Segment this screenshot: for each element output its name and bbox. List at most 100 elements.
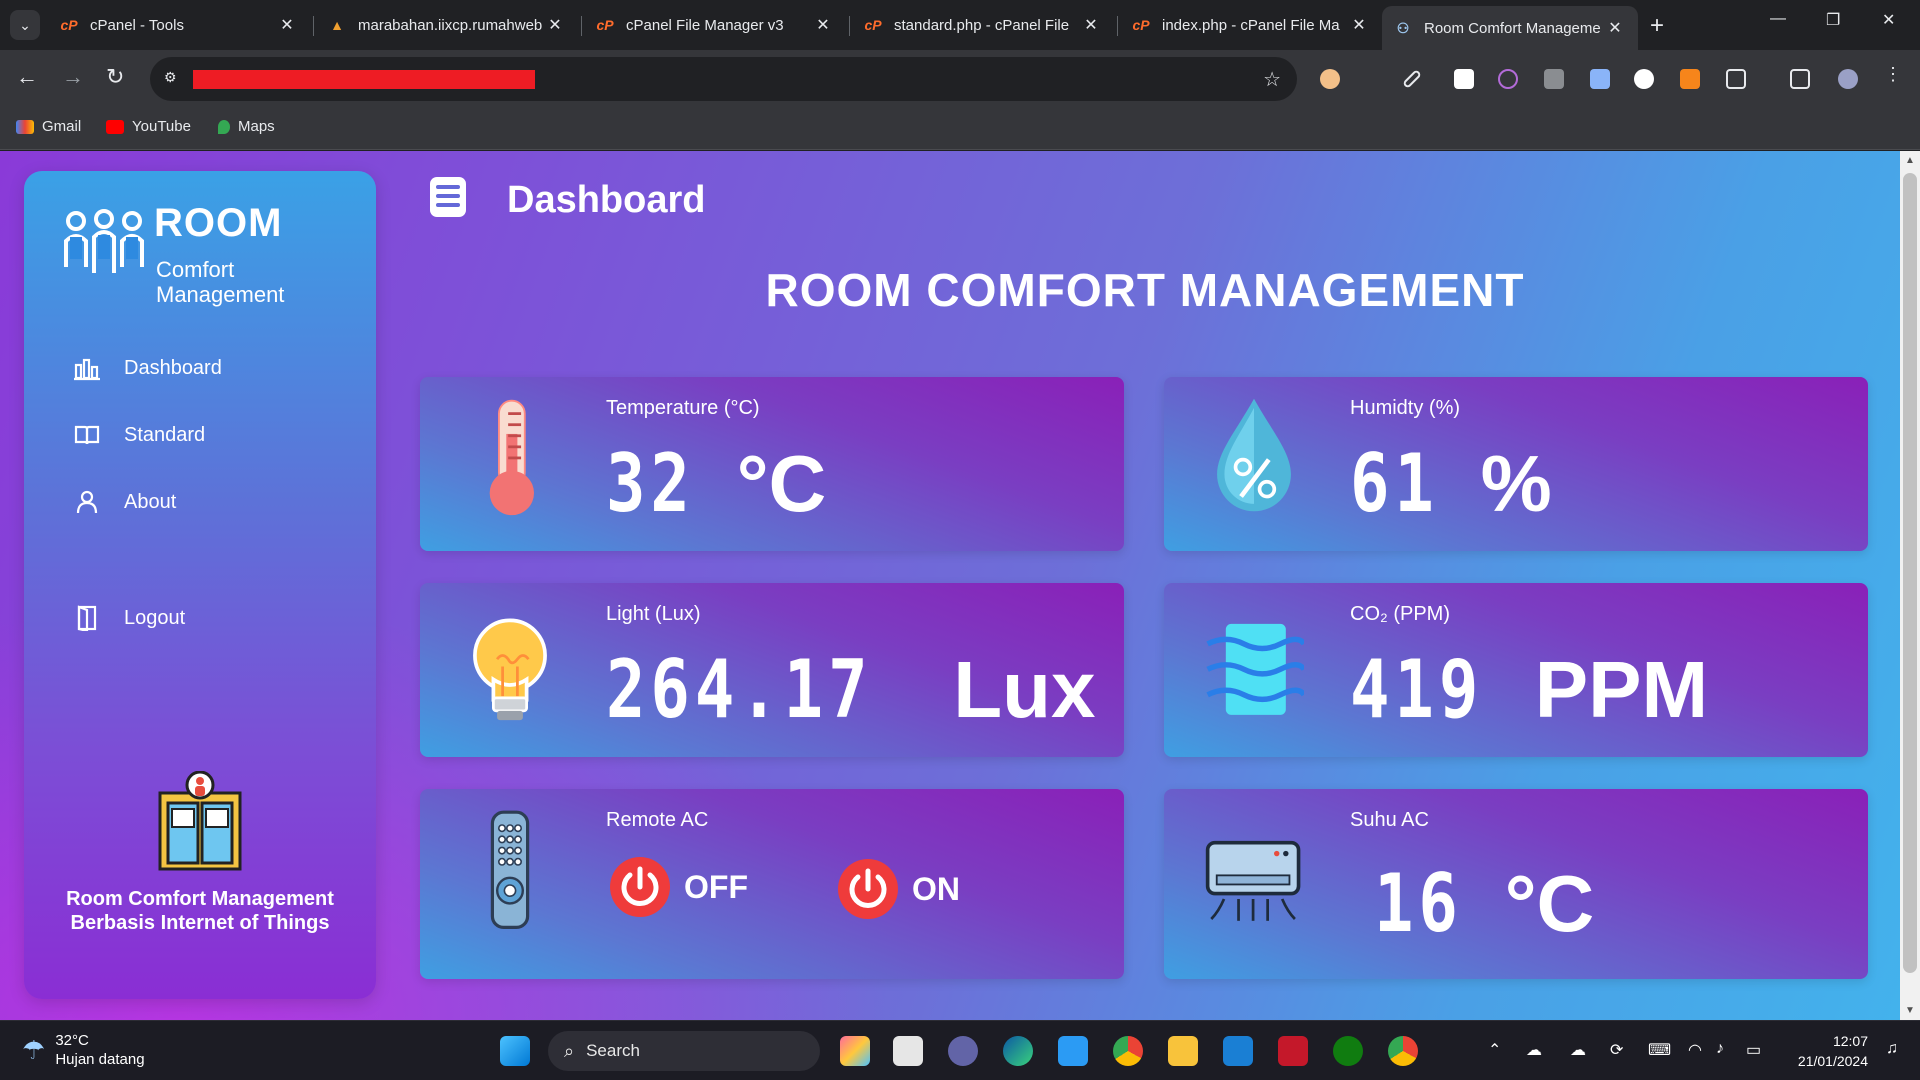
cpanel-icon: cP bbox=[1132, 17, 1150, 33]
copilot-icon[interactable] bbox=[840, 1036, 870, 1066]
air-conditioner-icon bbox=[1205, 840, 1301, 921]
vscode-icon[interactable] bbox=[1058, 1036, 1088, 1066]
scroll-up-icon[interactable]: ▲ bbox=[1905, 155, 1915, 166]
close-icon[interactable]: ✕ bbox=[276, 15, 298, 35]
edge-icon[interactable] bbox=[1003, 1036, 1033, 1066]
tab-file-manager[interactable]: cP cPanel File Manager v3 ✕ bbox=[584, 8, 846, 42]
ac-off-button[interactable]: OFF bbox=[610, 857, 748, 917]
bookmark-maps[interactable]: Maps bbox=[218, 118, 275, 135]
extension-docs-icon[interactable] bbox=[1590, 69, 1610, 89]
reload-icon[interactable]: ↻ bbox=[106, 64, 124, 90]
logo-subtitle: Comfort Management bbox=[156, 257, 285, 307]
extension-b-icon[interactable] bbox=[1454, 69, 1474, 89]
side-panel-icon[interactable] bbox=[1790, 69, 1810, 89]
close-icon[interactable]: ✕ bbox=[544, 15, 566, 35]
humidity-label: Humidty (%) bbox=[1350, 397, 1461, 419]
close-icon[interactable]: ✕ bbox=[1080, 15, 1102, 35]
sidebar-item-about[interactable]: About bbox=[74, 487, 176, 517]
tab-cpanel-tools[interactable]: cP cPanel - Tools ✕ bbox=[48, 8, 310, 42]
show-hidden-icons[interactable]: ⌃ bbox=[1488, 1040, 1501, 1060]
eyedropper-icon[interactable] bbox=[1402, 69, 1422, 89]
taskbar-search[interactable]: ⌕ Search bbox=[548, 1031, 820, 1071]
extension-check-icon[interactable] bbox=[1364, 69, 1384, 89]
light-label: Light (Lux) bbox=[606, 603, 701, 625]
chrome-profile-icon[interactable] bbox=[1388, 1036, 1418, 1066]
ac-temp-card: Suhu AC 16 °C bbox=[1164, 789, 1868, 979]
cpanel-icon: cP bbox=[596, 17, 614, 33]
extension-purple-icon[interactable] bbox=[1498, 69, 1518, 89]
light-bulb-icon bbox=[473, 618, 547, 721]
sidebar-item-standard[interactable]: Standard bbox=[74, 420, 205, 450]
task-view-icon[interactable] bbox=[893, 1036, 923, 1066]
tab-search-button[interactable]: ⌄ bbox=[10, 10, 40, 40]
onedrive-business-icon[interactable]: ☁ bbox=[1570, 1040, 1586, 1060]
bookmark-youtube[interactable]: YouTube bbox=[106, 118, 191, 135]
system-clock[interactable]: 12:07 21/01/2024 bbox=[1786, 1031, 1868, 1071]
bookmarks-bar: Gmail YouTube Maps bbox=[0, 108, 1920, 150]
window-close-icon[interactable]: ✕ bbox=[1882, 10, 1895, 30]
windows-taskbar: ☂ 32°C Hujan datang ⌕ Search ⌃ ☁ ☁ ⟳ ⌨ ◠… bbox=[0, 1020, 1920, 1080]
xbox-icon[interactable] bbox=[1333, 1036, 1363, 1066]
ac-on-button[interactable]: ON bbox=[838, 859, 960, 919]
teams-icon[interactable] bbox=[948, 1036, 978, 1066]
keyboard-icon[interactable]: ⌨ bbox=[1648, 1040, 1671, 1060]
site-info-icon[interactable]: ⚙ bbox=[164, 69, 186, 89]
bookmark-star-icon[interactable]: ☆ bbox=[1263, 67, 1281, 92]
water-drop-icon bbox=[1217, 398, 1291, 512]
page-scrollbar[interactable]: ▲ ▼ bbox=[1900, 151, 1920, 1020]
minimize-icon[interactable]: — bbox=[1770, 10, 1786, 28]
menu-kebab-icon[interactable]: ⋮ bbox=[1884, 64, 1902, 85]
weather-widget[interactable]: ☂ 32°C Hujan datang bbox=[22, 1031, 145, 1069]
gmail-icon bbox=[16, 119, 34, 134]
book-icon bbox=[74, 425, 100, 445]
tab-standard-php[interactable]: cP standard.php - cPanel File ✕ bbox=[852, 8, 1114, 42]
tab-index-php[interactable]: cP index.php - cPanel File Ma ✕ bbox=[1120, 8, 1382, 42]
rain-umbrella-icon: ☂ bbox=[22, 1034, 46, 1065]
chrome-icon[interactable] bbox=[1113, 1036, 1143, 1066]
battery-icon[interactable]: ▭ bbox=[1746, 1040, 1761, 1060]
restore-icon[interactable]: ❐ bbox=[1826, 10, 1840, 30]
profile-avatar[interactable] bbox=[1838, 69, 1858, 89]
scroll-thumb[interactable] bbox=[1903, 173, 1917, 973]
volume-icon[interactable]: ♪ bbox=[1716, 1040, 1724, 1058]
sidebar: ROOM Comfort Management Dashboard Standa… bbox=[24, 171, 376, 999]
onedrive-icon[interactable]: ☁ bbox=[1526, 1040, 1542, 1060]
cpanel-icon: cP bbox=[60, 17, 78, 33]
remote-ac-card: Remote AC OFF ON bbox=[420, 789, 1124, 979]
address-bar[interactable]: ⚙ ☆ bbox=[150, 57, 1297, 101]
elevator-icon bbox=[158, 771, 242, 871]
url-redacted bbox=[193, 70, 535, 89]
scroll-down-icon[interactable]: ▼ bbox=[1905, 1005, 1915, 1016]
youtube-icon bbox=[106, 119, 124, 134]
close-icon[interactable]: ✕ bbox=[1604, 18, 1626, 38]
forward-icon[interactable]: → bbox=[62, 64, 84, 90]
bar-chart-icon bbox=[74, 358, 100, 381]
bookmark-gmail[interactable]: Gmail bbox=[16, 118, 81, 135]
back-icon[interactable]: ← bbox=[16, 64, 38, 90]
sidebar-item-logout[interactable]: Logout bbox=[74, 603, 185, 633]
mail-icon[interactable] bbox=[1223, 1036, 1253, 1066]
metamask-icon[interactable] bbox=[1680, 69, 1700, 89]
wifi-icon[interactable]: ◠ bbox=[1688, 1040, 1702, 1060]
extension-icon[interactable] bbox=[1320, 69, 1340, 89]
close-icon[interactable]: ✕ bbox=[812, 15, 834, 35]
page-viewport: ROOM Comfort Management Dashboard Standa… bbox=[0, 151, 1900, 1020]
file-explorer-icon[interactable] bbox=[1168, 1036, 1198, 1066]
hamburger-menu-icon[interactable] bbox=[430, 177, 466, 217]
sync-icon[interactable]: ⟳ bbox=[1610, 1040, 1623, 1060]
co2-card: CO₂ (PPM) 419 PPM bbox=[1164, 583, 1868, 757]
maps-icon bbox=[218, 119, 230, 134]
windows-start-icon[interactable] bbox=[500, 1036, 530, 1066]
game-app-icon[interactable] bbox=[1278, 1036, 1308, 1066]
new-tab-button[interactable]: + bbox=[1650, 12, 1664, 40]
sidebar-item-dashboard[interactable]: Dashboard bbox=[74, 353, 222, 383]
extensions-puzzle-icon[interactable] bbox=[1726, 69, 1746, 89]
page-title: Dashboard bbox=[507, 179, 706, 221]
notification-bell-icon[interactable]: ♫ bbox=[1886, 1040, 1898, 1058]
tab-room-comfort[interactable]: ⚇ Room Comfort Manageme ✕ bbox=[1382, 6, 1638, 50]
temperature-label: Temperature (°C) bbox=[606, 397, 760, 419]
close-icon[interactable]: ✕ bbox=[1348, 15, 1370, 35]
extension-grey-icon[interactable] bbox=[1544, 69, 1564, 89]
tab-rumahweb[interactable]: ▲ marabahan.iixcp.rumahweb ✕ bbox=[316, 8, 578, 42]
extension-plus-icon[interactable] bbox=[1634, 69, 1654, 89]
